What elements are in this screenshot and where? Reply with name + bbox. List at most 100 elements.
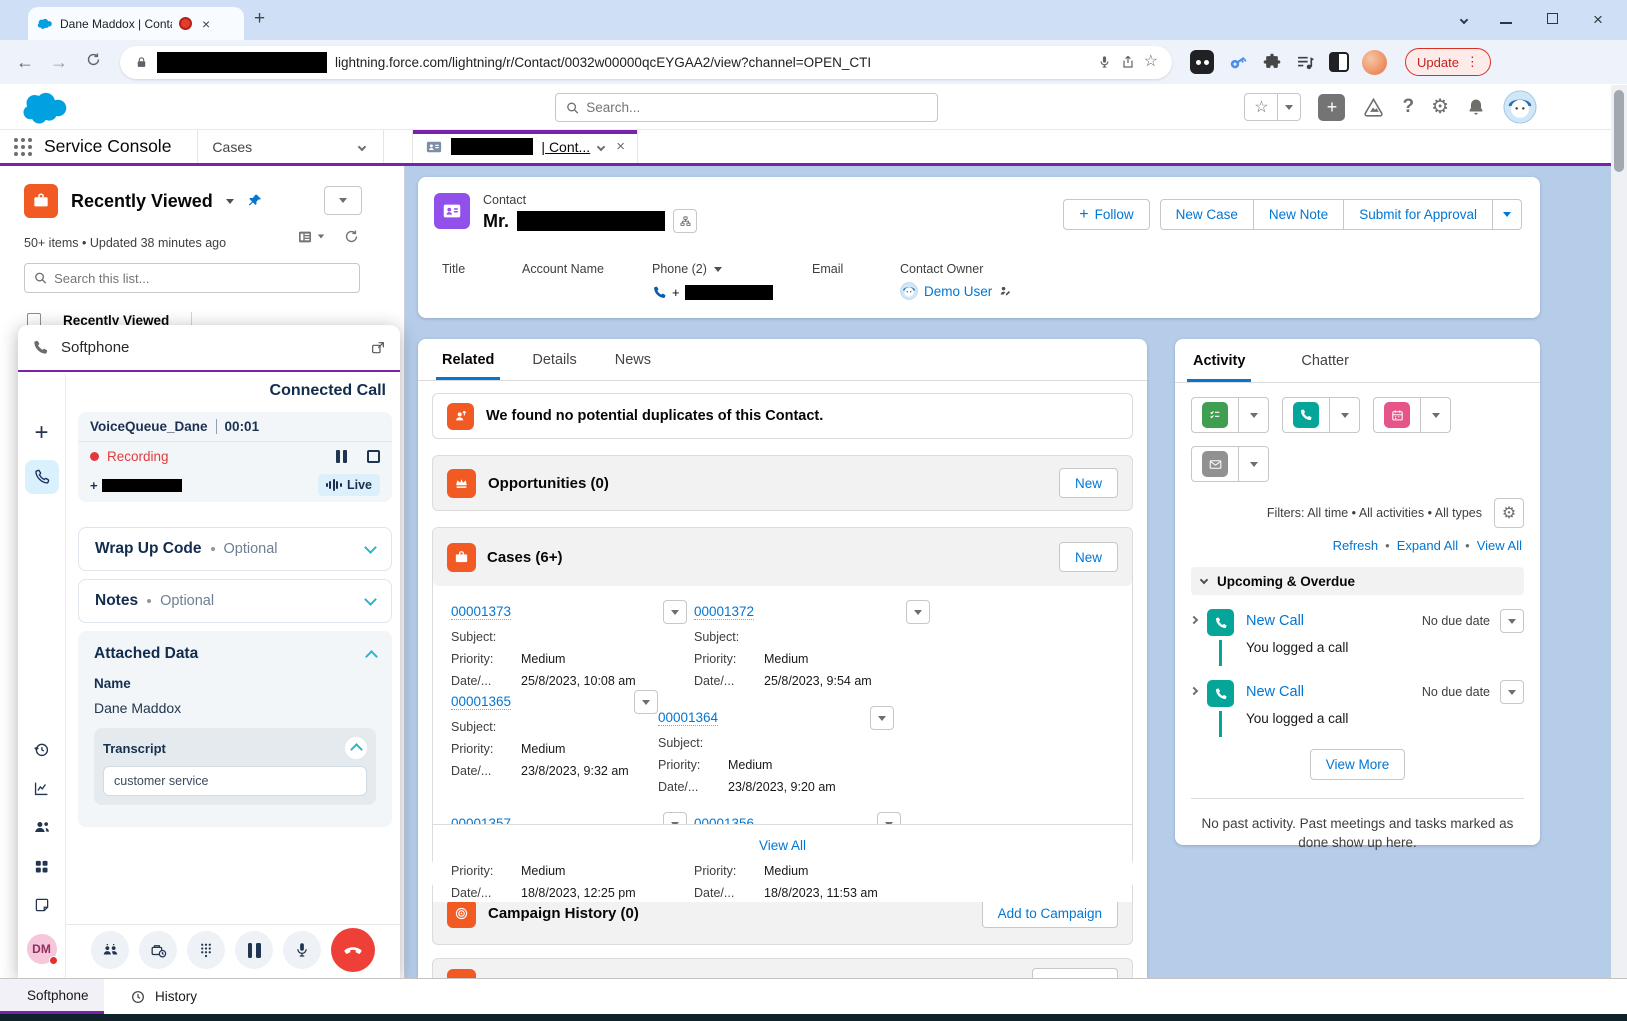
address-bar[interactable]: lightning.force.com/lightning/r/Contact/… bbox=[120, 46, 1172, 79]
softphone-minimize-button[interactable] bbox=[346, 342, 358, 354]
window-minimize-button[interactable] bbox=[1499, 11, 1513, 29]
list-view-controls-button[interactable] bbox=[324, 186, 362, 215]
list-view-selector-chevron-icon[interactable] bbox=[226, 199, 234, 204]
notes-section[interactable]: Notes Optional bbox=[78, 579, 392, 623]
setup-gear-icon[interactable]: ⚙ bbox=[1431, 97, 1449, 117]
global-search[interactable] bbox=[555, 93, 938, 122]
email-dropdown-icon[interactable] bbox=[1239, 447, 1268, 481]
share-icon[interactable] bbox=[1120, 54, 1136, 70]
display-as-button[interactable] bbox=[297, 229, 325, 245]
change-owner-icon[interactable] bbox=[998, 284, 1012, 298]
rail-phone-button[interactable] bbox=[25, 460, 59, 494]
section-collapse-chevron-icon[interactable] bbox=[1200, 575, 1208, 583]
activity-item-title-link[interactable]: New Call bbox=[1246, 613, 1422, 629]
extensions-puzzle-icon[interactable] bbox=[1262, 52, 1282, 72]
activity-item-menu-button[interactable] bbox=[1500, 680, 1524, 704]
activity-item-title-link[interactable]: New Call bbox=[1246, 684, 1422, 700]
tab-activity[interactable]: Activity bbox=[1193, 339, 1245, 382]
nav-tab-cases[interactable]: Cases bbox=[198, 130, 384, 163]
browser-tab[interactable]: Dane Maddox | Contact | Sal × bbox=[28, 7, 244, 40]
window-maximize-button[interactable] bbox=[1545, 11, 1559, 29]
favorites-button[interactable]: ☆ bbox=[1244, 93, 1301, 121]
hold-call-button[interactable] bbox=[139, 931, 177, 969]
pause-call-button[interactable] bbox=[235, 931, 273, 969]
cases-view-all-link[interactable]: View All bbox=[759, 838, 806, 853]
phone-dropdown-icon[interactable] bbox=[714, 267, 722, 272]
activity-item-menu-button[interactable] bbox=[1500, 609, 1524, 633]
case-row-menu-button[interactable] bbox=[634, 690, 658, 714]
refresh-icon[interactable] bbox=[343, 228, 360, 245]
notes-expand-chevron-icon[interactable] bbox=[364, 593, 377, 606]
campaign-history-title[interactable]: Campaign History (0) bbox=[488, 905, 970, 922]
item-expand-chevron-icon[interactable] bbox=[1190, 687, 1198, 695]
nav-tab-cases-chevron-icon[interactable] bbox=[358, 142, 366, 150]
utility-softphone-tab[interactable]: Softphone bbox=[0, 979, 104, 1014]
owner-link[interactable]: Demo User bbox=[924, 284, 992, 299]
cases-title[interactable]: Cases (6+) bbox=[487, 549, 1048, 566]
tab-news[interactable]: News bbox=[615, 339, 651, 380]
case-number-link[interactable]: 00001372 bbox=[694, 604, 754, 620]
list-search[interactable] bbox=[24, 263, 360, 293]
end-call-button[interactable] bbox=[331, 928, 375, 972]
transcript-input[interactable] bbox=[103, 766, 367, 796]
new-call-plus-button[interactable]: + bbox=[25, 416, 59, 450]
tab-chatter[interactable]: Chatter bbox=[1301, 339, 1349, 382]
log-call-button[interactable] bbox=[1282, 397, 1360, 433]
window-close-button[interactable]: × bbox=[1591, 10, 1605, 30]
case-row-menu-button[interactable] bbox=[870, 706, 894, 730]
notes-icon[interactable] bbox=[25, 888, 59, 922]
new-tab-button[interactable]: + bbox=[254, 8, 265, 30]
view-all-link[interactable]: View All bbox=[1477, 538, 1522, 553]
new-task-button[interactable] bbox=[1191, 397, 1269, 433]
tab-related[interactable]: Related bbox=[442, 339, 494, 380]
reading-mode-extension-icon[interactable] bbox=[1329, 52, 1349, 72]
browser-reload-button[interactable] bbox=[78, 51, 108, 73]
browser-menu-icon[interactable]: ⋮ bbox=[1466, 54, 1479, 70]
stop-recording-button[interactable] bbox=[367, 450, 380, 463]
dialpad-button[interactable] bbox=[187, 931, 225, 969]
page-scrollbar[interactable] bbox=[1611, 85, 1627, 1014]
mute-mic-button[interactable] bbox=[283, 931, 321, 969]
nav-tab-contact-chevron-icon[interactable] bbox=[597, 142, 605, 150]
app-launcher-icon[interactable] bbox=[14, 138, 32, 156]
upcoming-overdue-section[interactable]: Upcoming & Overdue bbox=[1191, 567, 1524, 595]
browser-update-button[interactable]: Update ⋮ bbox=[1405, 48, 1491, 76]
nav-tab-close-icon[interactable]: × bbox=[612, 138, 625, 155]
favorites-star-icon[interactable]: ☆ bbox=[1245, 94, 1278, 120]
submit-for-approval-button[interactable]: Submit for Approval bbox=[1344, 199, 1493, 230]
add-to-campaign-button[interactable]: Add to Campaign bbox=[982, 898, 1118, 928]
music-list-icon[interactable] bbox=[1295, 52, 1316, 73]
utility-history-tab[interactable]: History bbox=[112, 979, 215, 1014]
new-note-button[interactable]: New Note bbox=[1254, 199, 1344, 230]
wrap-up-expand-chevron-icon[interactable] bbox=[364, 541, 377, 554]
global-search-input[interactable] bbox=[586, 100, 927, 115]
view-hierarchy-button[interactable] bbox=[673, 209, 697, 233]
softphone-popout-icon[interactable] bbox=[370, 340, 386, 356]
activity-settings-gear-icon[interactable]: ⚙ bbox=[1494, 498, 1524, 528]
scrollbar-thumb[interactable] bbox=[1614, 90, 1624, 172]
notifications-bell-icon[interactable] bbox=[1466, 97, 1486, 117]
list-search-input[interactable] bbox=[54, 271, 350, 286]
transcript-collapse-button[interactable] bbox=[345, 737, 367, 759]
key-extension-icon[interactable] bbox=[1227, 51, 1249, 73]
call-dropdown-icon[interactable] bbox=[1330, 398, 1359, 432]
case-row-menu-button[interactable] bbox=[906, 600, 930, 624]
bookmark-star-icon[interactable]: ☆ bbox=[1144, 54, 1158, 70]
browser-forward-button[interactable]: → bbox=[44, 52, 74, 73]
user-avatar[interactable] bbox=[1503, 90, 1537, 124]
opportunities-title[interactable]: Opportunities (0) bbox=[488, 475, 1047, 492]
pause-recording-button[interactable] bbox=[336, 450, 347, 463]
pin-icon[interactable] bbox=[247, 193, 263, 209]
tab-details[interactable]: Details bbox=[532, 339, 576, 380]
guidance-center-icon[interactable] bbox=[1362, 96, 1385, 119]
metrics-chart-icon[interactable] bbox=[25, 771, 59, 805]
help-icon[interactable]: ? bbox=[1402, 96, 1414, 118]
new-event-button[interactable] bbox=[1373, 397, 1451, 433]
agent-avatar[interactable]: DM bbox=[27, 934, 57, 964]
partial-card-button[interactable] bbox=[1032, 968, 1118, 978]
view-more-button[interactable]: View More bbox=[1310, 749, 1406, 780]
tab-search-chevron-icon[interactable] bbox=[1460, 16, 1468, 24]
event-dropdown-icon[interactable] bbox=[1421, 398, 1450, 432]
tab-close-button[interactable]: × bbox=[199, 16, 213, 32]
case-number-link[interactable]: 00001364 bbox=[658, 710, 718, 726]
